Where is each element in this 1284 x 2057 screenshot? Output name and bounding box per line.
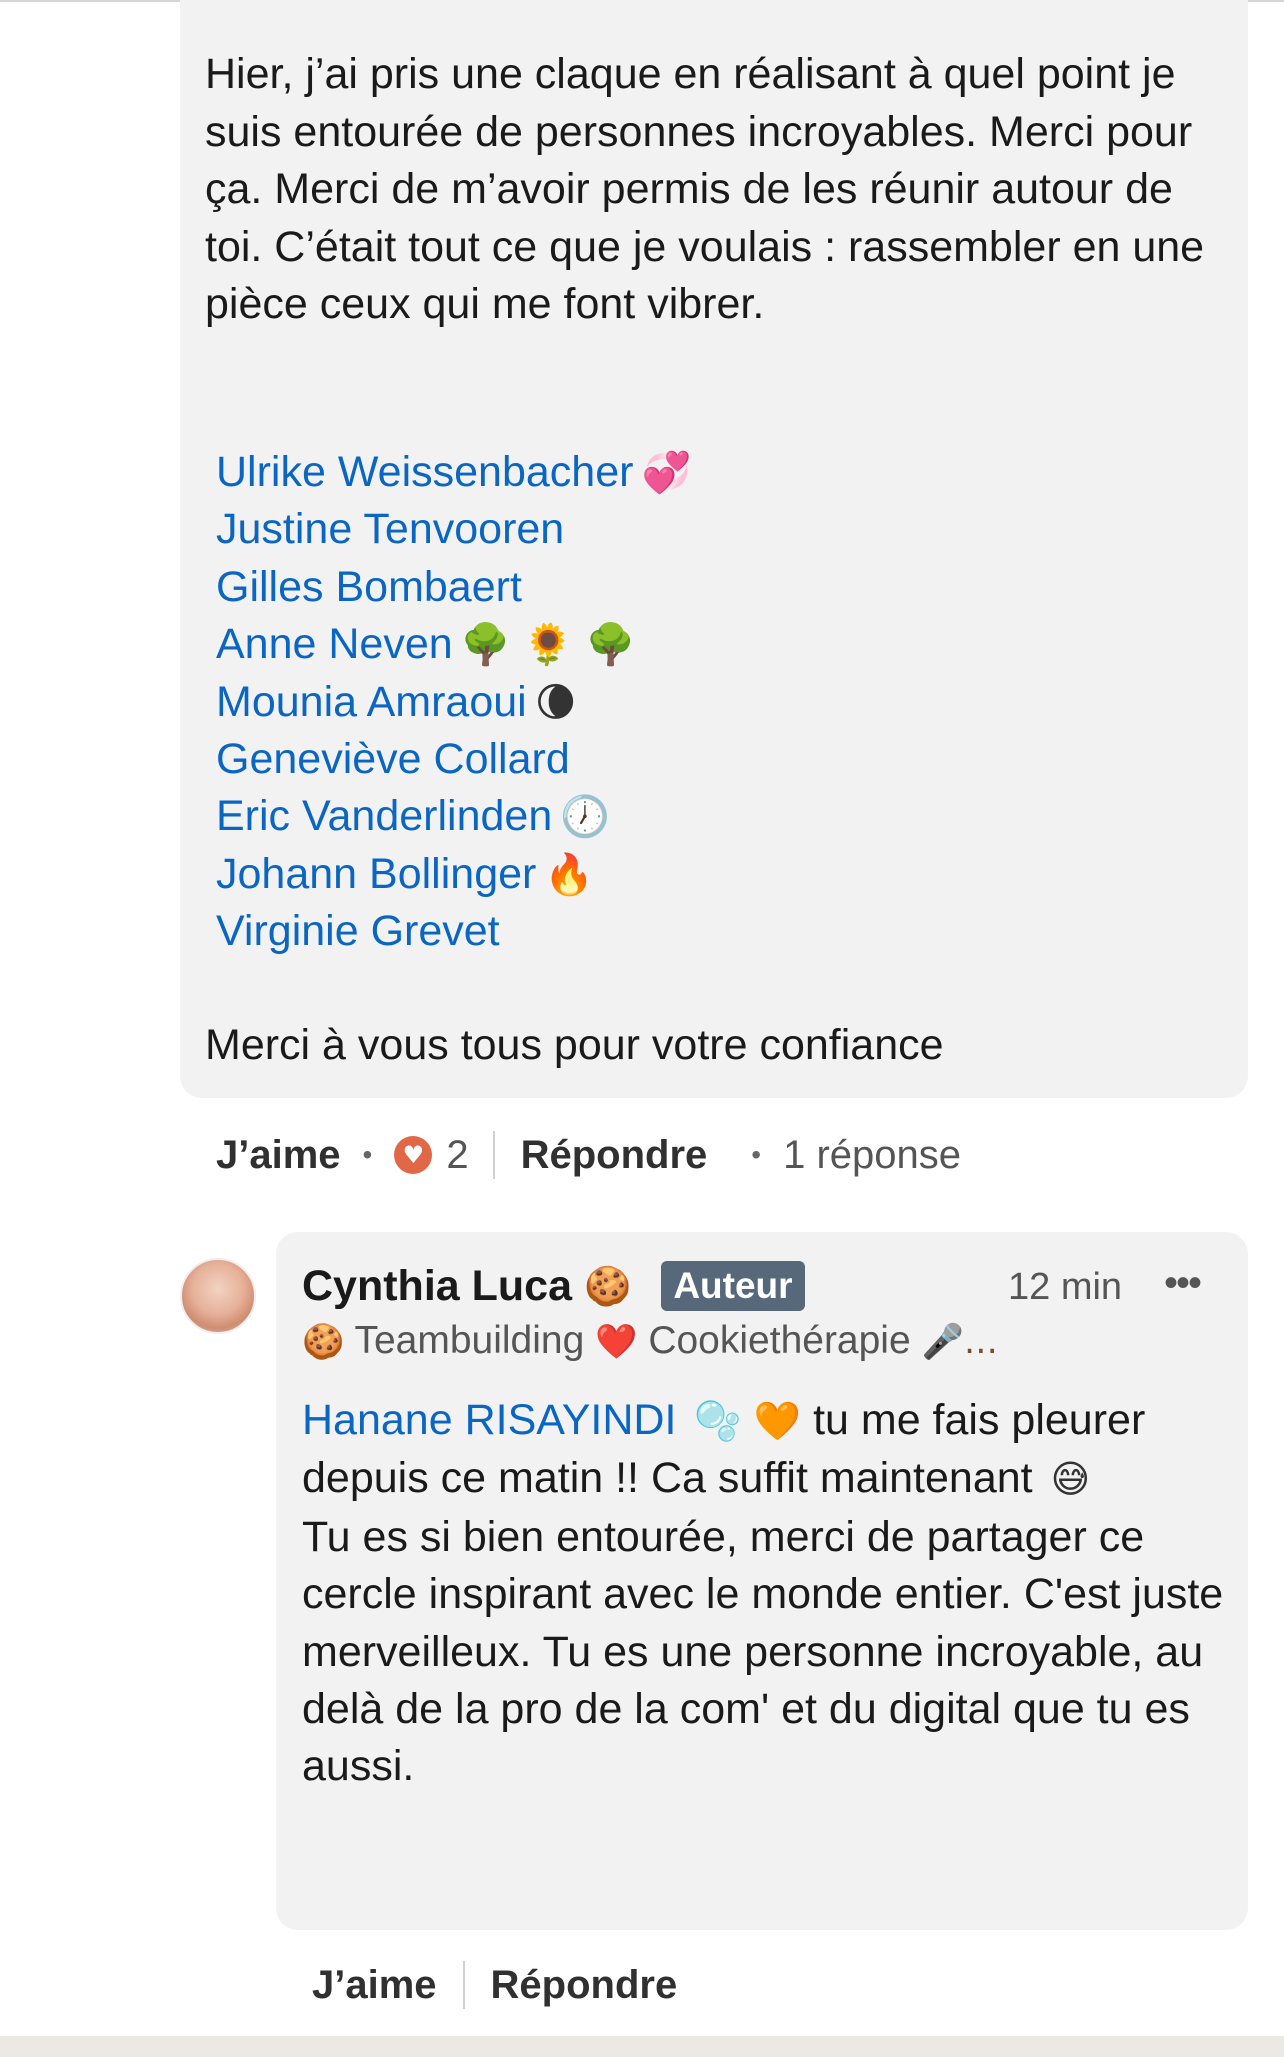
more-options-icon[interactable]: ••• <box>1164 1258 1202 1308</box>
fire-icon: 🔥 <box>544 851 595 898</box>
reaction-count[interactable]: 2 <box>446 1133 468 1178</box>
heart-icon: ❤️ <box>595 1322 638 1362</box>
reply-reply-button[interactable]: Répondre <box>491 1963 678 2008</box>
author-name[interactable]: Cynthia Luca <box>302 1262 572 1311</box>
mention-anne[interactable]: Anne Neven 🌳 🌻 🌳 <box>216 616 1116 673</box>
mention-hanane[interactable]: Hanane RISAYINDI <box>302 1396 676 1444</box>
moon-icon: 🌘 <box>534 679 577 726</box>
mention-gilles[interactable]: Gilles Bombaert <box>216 559 1116 616</box>
vertical-divider <box>462 1961 465 2009</box>
clock-icon: 🕖 <box>560 794 611 841</box>
bottom-strip <box>0 2036 1284 2057</box>
reply-like-button[interactable]: J’aime <box>312 1963 437 2008</box>
mention-johann[interactable]: Johann Bollinger 🔥 <box>216 846 1116 903</box>
comment-closing: Merci à vous tous pour votre confiance <box>205 1021 944 1069</box>
reply-header: Cynthia Luca 🍪 Auteur <box>302 1258 805 1314</box>
separator-dot: • <box>751 1139 762 1170</box>
heart-reaction-icon[interactable]: ♥ <box>394 1136 433 1174</box>
mention-genevieve[interactable]: Geneviève Collard <box>216 731 1116 788</box>
bubbles-heart-icon: 🫧 🧡 <box>694 1399 802 1443</box>
double-heart-icon: 💞 <box>641 450 692 496</box>
timestamp: 12 min <box>1008 1266 1123 1308</box>
reply-text: Hanane RISAYINDI 🫧 🧡 tu me fais pleurer … <box>302 1396 1224 1791</box>
cookie-icon: 🍪 <box>302 1322 345 1362</box>
mention-mounia[interactable]: Mounia Amraoui 🌘 <box>216 674 1116 731</box>
mention-ulrike[interactable]: Ulrike Weissenbacher 💞 <box>216 444 1116 501</box>
mention-eric[interactable]: Eric Vanderlinden 🕖 <box>216 788 1116 845</box>
comment-actions: J’aime • ♥ 2 Répondre • 1 réponse <box>216 1130 961 1180</box>
mention-virginie[interactable]: Virginie Grevet <box>216 903 1116 960</box>
mention-justine[interactable]: Justine Tenvooren <box>216 501 1116 558</box>
comment-text: Hier, j’ai pris une claque en réalisant … <box>205 50 1205 328</box>
tree-sunflower-icon: 🌳 🌻 🌳 <box>460 622 636 669</box>
reply-actions: J’aime Répondre <box>312 1960 677 2010</box>
cookie-icon: 🍪 <box>584 1263 632 1308</box>
reply-button[interactable]: Répondre <box>521 1133 708 1178</box>
author-headline: 🍪 Teambuilding ❤️ Cookiethérapie 🎤… <box>302 1319 998 1362</box>
avatar[interactable] <box>180 1258 256 1334</box>
replies-count-link[interactable]: 1 réponse <box>783 1133 961 1178</box>
separator-dot: • <box>362 1139 373 1170</box>
vertical-divider <box>492 1131 495 1179</box>
grinning-sweat-icon: 😅 <box>1050 1457 1091 1502</box>
like-button[interactable]: J’aime <box>216 1133 341 1178</box>
microphone-icon: 🎤… <box>921 1322 998 1362</box>
author-badge: Auteur <box>661 1261 805 1311</box>
mention-list: Ulrike Weissenbacher 💞 Justine Tenvooren … <box>216 444 1116 961</box>
